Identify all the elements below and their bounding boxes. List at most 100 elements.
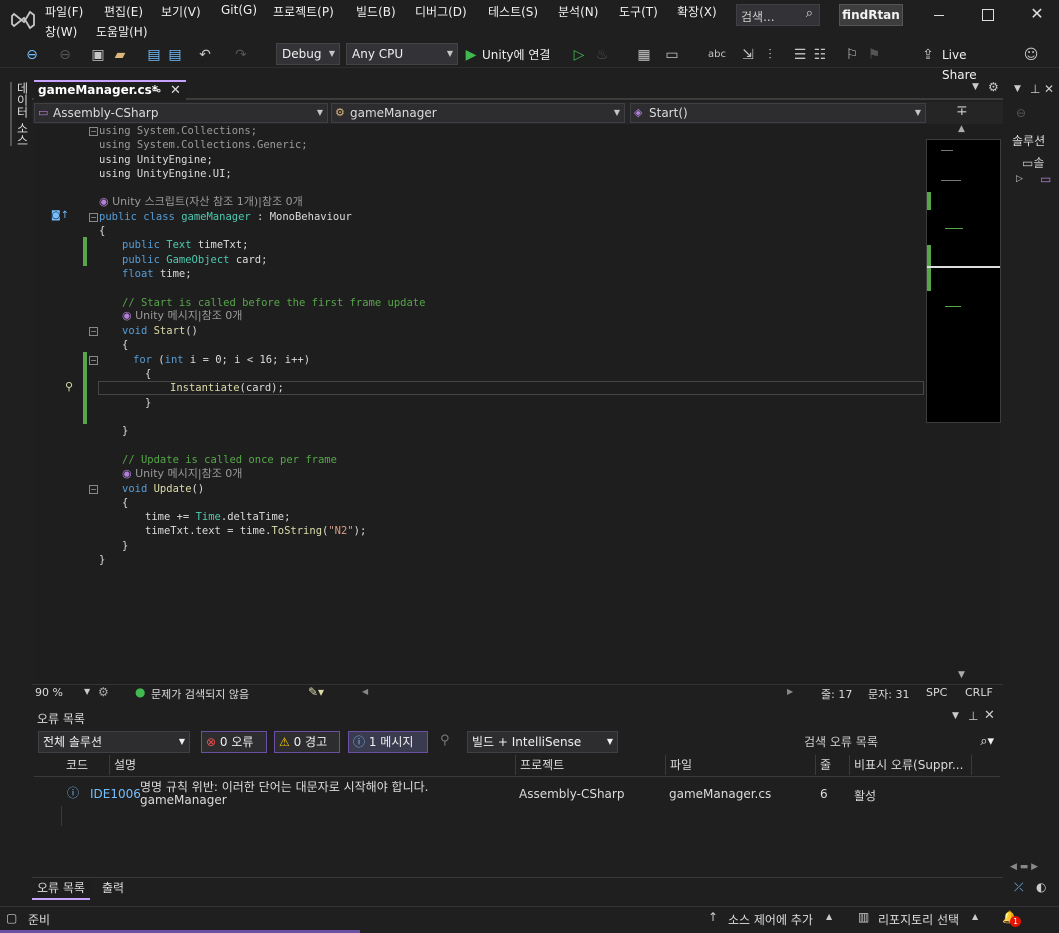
new-project-icon[interactable]: ▣ bbox=[90, 45, 106, 65]
zoom-level[interactable]: 90 % bbox=[35, 686, 63, 699]
spell-check-icon[interactable]: abc bbox=[708, 45, 726, 65]
panel-menu-icon[interactable]: ▼ bbox=[1014, 84, 1021, 94]
tree-item-icon[interactable]: ▭ bbox=[1040, 172, 1051, 186]
search-box[interactable]: 검색... ⌕ bbox=[736, 4, 820, 26]
uncomment-icon[interactable]: ☷ bbox=[812, 45, 828, 65]
data-source-tab[interactable]: 데이터 소스 bbox=[10, 82, 31, 146]
menu-test[interactable]: 테스트(S) bbox=[488, 3, 538, 20]
fold-toggle[interactable]: − bbox=[89, 356, 98, 365]
menu-window[interactable]: 창(W) bbox=[45, 23, 77, 40]
scope-dropdown[interactable]: 전체 솔루션 ▼ bbox=[38, 731, 190, 753]
fold-toggle[interactable]: − bbox=[89, 213, 98, 222]
col-code[interactable]: 코드 bbox=[62, 755, 110, 775]
code-editor[interactable]: − using System.Collections; using System… bbox=[34, 124, 926, 684]
menu-debug[interactable]: 디버그(D) bbox=[415, 3, 467, 20]
member-dropdown[interactable]: ◈ Start() ▼ bbox=[630, 103, 926, 123]
panel-scrollbar[interactable]: ◀ ▬ ▶ bbox=[1010, 862, 1054, 876]
panel-close-icon[interactable]: ✕ bbox=[1044, 82, 1054, 96]
vs-logo-icon[interactable] bbox=[10, 8, 36, 32]
save-all-icon[interactable]: ▤ bbox=[167, 45, 183, 65]
forward-icon[interactable]: ⊖ bbox=[58, 45, 72, 65]
source-dropdown[interactable]: 빌드 + IntelliSense ▼ bbox=[467, 731, 618, 753]
codelens-hint[interactable]: ◉ Unity 메시지|참조 0개 bbox=[122, 467, 242, 481]
error-search-input[interactable]: 검색 오류 목록 ⌕▾ bbox=[799, 731, 999, 753]
pin-icon[interactable]: ⊥ bbox=[1030, 82, 1040, 96]
line-number[interactable]: 줄: 17 bbox=[821, 686, 852, 702]
menu-view[interactable]: 보기(V) bbox=[161, 3, 201, 20]
device-icon[interactable]: ▦ bbox=[636, 45, 652, 65]
pin-icon[interactable]: ⊸ bbox=[152, 82, 161, 99]
maximize-button[interactable] bbox=[982, 9, 994, 21]
tab-output[interactable]: 출력 bbox=[102, 878, 124, 900]
errors-filter-button[interactable]: ⊗ 0 오류 bbox=[201, 731, 267, 753]
save-icon[interactable]: ▤ bbox=[146, 45, 162, 65]
document-tab[interactable]: gameManager.cs* ⊸ ✕ bbox=[34, 80, 186, 100]
back-icon[interactable]: ⊖ bbox=[1016, 106, 1026, 120]
whitespace-mode[interactable]: SPC bbox=[926, 686, 947, 699]
pin-icon[interactable]: ⊥ bbox=[968, 709, 978, 723]
issues-status[interactable]: 문제가 검색되지 않음 bbox=[151, 686, 249, 702]
comment-icon[interactable]: ☰ bbox=[792, 45, 808, 65]
git-icon[interactable]: ⤫ bbox=[1014, 880, 1024, 895]
start-without-debug-icon[interactable]: ▷ bbox=[572, 45, 586, 65]
source-control-button[interactable]: 소스 제어에 추가 bbox=[728, 911, 813, 928]
fold-toggle[interactable]: − bbox=[89, 485, 98, 494]
codelens-hint[interactable]: ◉ Unity 스크립트(자산 참조 1개)|참조 0개 bbox=[99, 195, 303, 209]
codelens-hint[interactable]: ◉ Unity 메시지|참조 0개 bbox=[122, 309, 242, 323]
col-file[interactable]: 파일 bbox=[666, 755, 816, 775]
tab-error-list[interactable]: 오류 목록 bbox=[32, 878, 90, 900]
undo-icon[interactable]: ↶ bbox=[197, 45, 213, 65]
close-window-button[interactable]: ✕ bbox=[1028, 4, 1046, 24]
menu-help[interactable]: 도움말(H) bbox=[96, 23, 148, 40]
scroll-up-icon[interactable]: ▲ bbox=[958, 124, 965, 134]
menu-analyze[interactable]: 분석(N) bbox=[558, 3, 598, 20]
redo-icon[interactable]: ↷ bbox=[233, 45, 249, 65]
menu-file[interactable]: 파일(F) bbox=[45, 3, 83, 20]
back-icon[interactable]: ⊖ bbox=[24, 45, 40, 65]
format-icon[interactable]: ⫶ bbox=[762, 45, 778, 65]
panel-close-icon[interactable]: ✕ bbox=[984, 708, 995, 723]
menu-git[interactable]: Git(G) bbox=[221, 3, 257, 17]
open-folder-icon[interactable]: ▰ bbox=[112, 45, 128, 65]
warnings-filter-button[interactable]: ⚠ 0 경고 bbox=[274, 731, 340, 753]
tree-expand-icon[interactable]: ▷ bbox=[1016, 174, 1023, 184]
scroll-left-icon[interactable]: ◀ bbox=[362, 687, 368, 696]
hot-reload-icon[interactable]: ♨ bbox=[594, 45, 610, 65]
line-ending[interactable]: CRLF bbox=[965, 686, 993, 699]
cleanup-icon[interactable]: ✎▾ bbox=[308, 685, 324, 699]
settings-icon[interactable]: ⚙ bbox=[988, 80, 999, 94]
scroll-down-icon[interactable]: ▼ bbox=[958, 670, 965, 680]
tab-close-icon[interactable]: ✕ bbox=[170, 82, 181, 99]
feedback-icon[interactable]: ☺ bbox=[1022, 45, 1040, 65]
split-icon[interactable]: ∓ bbox=[956, 103, 968, 119]
menu-extensions[interactable]: 확장(X) bbox=[677, 3, 717, 20]
panel-menu-icon[interactable]: ▼ bbox=[952, 711, 959, 721]
config-combo[interactable]: Debug ▼ bbox=[276, 43, 340, 65]
menu-tools[interactable]: 도구(T) bbox=[619, 3, 658, 20]
error-row[interactable]: ⓘ IDE1006 명명 규칙 위반: 이러한 단어는 대문자로 시작해야 합니… bbox=[34, 778, 1000, 810]
properties-icon[interactable]: ◐ bbox=[1036, 880, 1046, 894]
fold-toggle[interactable]: − bbox=[89, 127, 98, 136]
minimap-scrollbar[interactable]: ▲ ▼ bbox=[926, 124, 1001, 684]
filter-icon[interactable]: ⚲ bbox=[440, 733, 450, 748]
health-icon[interactable]: ⚙ bbox=[98, 685, 109, 699]
menu-build[interactable]: 빌드(B) bbox=[356, 3, 396, 20]
solution-name-badge[interactable]: findRtan bbox=[839, 4, 903, 26]
solution-item[interactable]: ▭솔 bbox=[1022, 154, 1044, 171]
run-button[interactable]: Unity에 연결 bbox=[482, 45, 554, 65]
step-icon[interactable]: ⇲ bbox=[740, 45, 756, 65]
col-line[interactable]: 줄 bbox=[816, 755, 850, 775]
error-code-link[interactable]: IDE1006 bbox=[90, 787, 141, 801]
class-marker-icon[interactable]: ◙↑ bbox=[51, 210, 69, 221]
class-dropdown[interactable]: ⚙ gameManager ▼ bbox=[331, 103, 625, 123]
repository-button[interactable]: 리포지토리 선택 bbox=[878, 911, 959, 928]
fold-toggle[interactable]: − bbox=[89, 327, 98, 336]
share-icon[interactable]: ⇪ bbox=[920, 45, 936, 65]
col-suppression[interactable]: 비표시 오류(Suppr... bbox=[850, 755, 972, 775]
col-project[interactable]: 프로젝트 bbox=[516, 755, 666, 775]
minimize-button[interactable] bbox=[932, 8, 946, 22]
output-icon[interactable]: ▢ bbox=[6, 911, 17, 925]
live-share-button[interactable]: Live Share bbox=[942, 45, 1002, 82]
tab-list-icon[interactable]: ▼ bbox=[972, 82, 979, 92]
bookmark-next-icon[interactable]: ⚑ bbox=[866, 45, 882, 65]
